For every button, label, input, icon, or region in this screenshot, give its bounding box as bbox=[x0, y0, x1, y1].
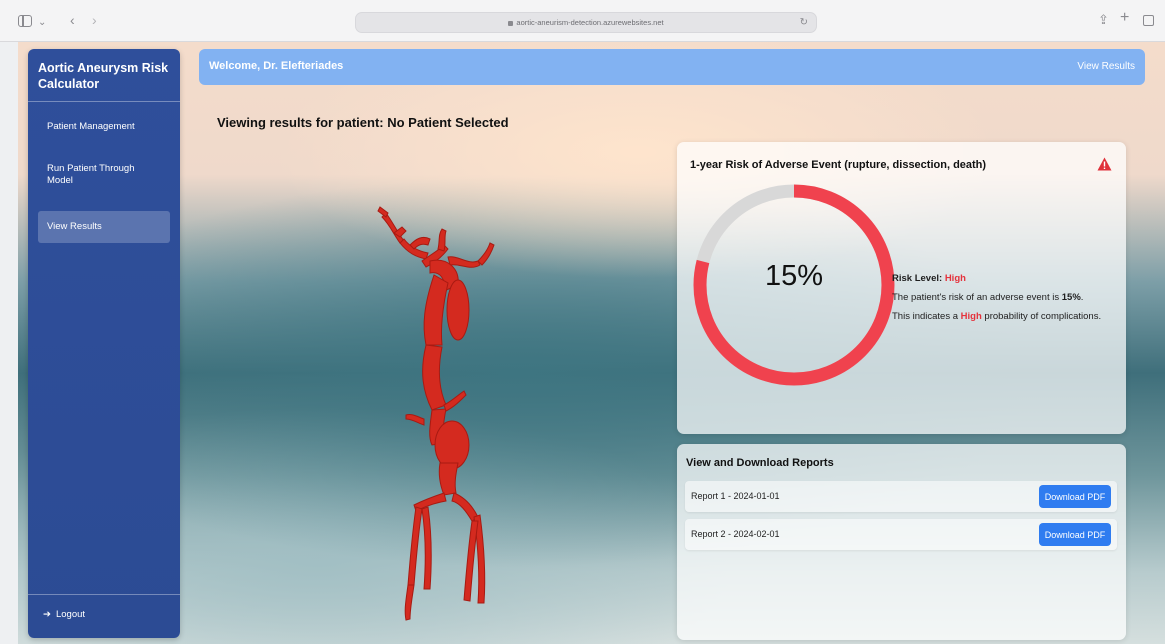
risk-percent-value: 15% bbox=[764, 260, 824, 292]
download-pdf-button[interactable]: Download PDF bbox=[1039, 523, 1111, 546]
logout-label: Logout bbox=[55, 609, 86, 620]
risk-sentence-2-prefix: This indicates a bbox=[892, 311, 959, 322]
report-name: Report 2 - 2024-02-01 bbox=[691, 529, 780, 539]
reports-card-title: View and Download Reports bbox=[686, 457, 834, 469]
view-results-link[interactable]: View Results bbox=[1077, 61, 1135, 72]
risk-card: 1-year Risk of Adverse Event (rupture, d… bbox=[677, 142, 1126, 434]
report-name: Report 1 - 2024-01-01 bbox=[691, 491, 780, 501]
arrow-right-icon: ➔ bbox=[43, 609, 51, 620]
report-row: Report 1 - 2024-01-01 Download PDF bbox=[685, 481, 1117, 512]
browser-toolbar: ⌄ ‹ › aortic-aneurism-detection.azureweb… bbox=[0, 0, 1165, 42]
warning-triangle-icon bbox=[1097, 157, 1112, 171]
sidebar-divider bbox=[28, 101, 180, 102]
new-tab-icon[interactable]: + bbox=[1120, 10, 1129, 26]
sidebar-item-view-results[interactable]: View Results bbox=[38, 211, 170, 243]
risk-level-line: Risk Level: High bbox=[892, 272, 1117, 286]
risk-description: Risk Level: High The patient's risk of a… bbox=[892, 272, 1117, 329]
tab-overview-icon[interactable] bbox=[1143, 15, 1154, 26]
sidebar-divider bbox=[28, 594, 180, 595]
risk-sentence-1: The patient's risk of an adverse event i… bbox=[892, 291, 1117, 305]
aorta-3d-model[interactable] bbox=[360, 205, 520, 625]
address-url: aortic-aneurism-detection.azurewebsites.… bbox=[516, 18, 664, 27]
risk-sentence-1-suffix: . bbox=[1080, 292, 1084, 303]
top-header: Welcome, Dr. Elefteriades View Results bbox=[199, 49, 1145, 85]
risk-sentence-2-suffix: probability of complications. bbox=[984, 311, 1102, 322]
reload-icon[interactable]: ↻ bbox=[800, 13, 808, 32]
lock-icon bbox=[508, 20, 514, 26]
address-bar[interactable]: aortic-aneurism-detection.azurewebsites.… bbox=[355, 12, 817, 33]
app-brand: Aortic Aneurysm Risk Calculator bbox=[38, 61, 169, 91]
share-icon[interactable]: ⇪ bbox=[1098, 12, 1109, 28]
risk-card-title: 1-year Risk of Adverse Event (rupture, d… bbox=[690, 159, 987, 171]
risk-sentence-1-prefix: The patient's risk of an adverse event i… bbox=[892, 292, 1060, 303]
report-row: Report 2 - 2024-02-01 Download PDF bbox=[685, 519, 1117, 550]
sidebar: Aortic Aneurysm Risk Calculator Patient … bbox=[28, 49, 180, 638]
risk-level-label: Risk Level: bbox=[892, 273, 943, 284]
risk-sentence-2-level: High bbox=[960, 311, 982, 322]
reports-card: View and Download Reports Report 1 - 202… bbox=[677, 444, 1126, 640]
back-icon[interactable]: ‹ bbox=[70, 12, 75, 28]
risk-level-value: High bbox=[944, 273, 966, 284]
sidebar-item-run-patient[interactable]: Run Patient Through Model bbox=[38, 157, 170, 193]
risk-sentence-1-value: 15% bbox=[1061, 292, 1081, 303]
page-title: Viewing results for patient: No Patient … bbox=[217, 115, 509, 130]
welcome-text: Welcome, Dr. Elefteriades bbox=[209, 60, 344, 72]
sidebar-toggle-icon[interactable] bbox=[18, 15, 32, 27]
risk-sentence-2: This indicates a High probability of com… bbox=[892, 310, 1117, 324]
sidebar-item-patient-management[interactable]: Patient Management bbox=[38, 115, 170, 139]
logout-button[interactable]: ➔ Logout bbox=[43, 609, 85, 620]
chevron-down-icon[interactable]: ⌄ bbox=[38, 15, 46, 31]
download-pdf-button[interactable]: Download PDF bbox=[1039, 485, 1111, 508]
forward-icon[interactable]: › bbox=[92, 12, 97, 28]
